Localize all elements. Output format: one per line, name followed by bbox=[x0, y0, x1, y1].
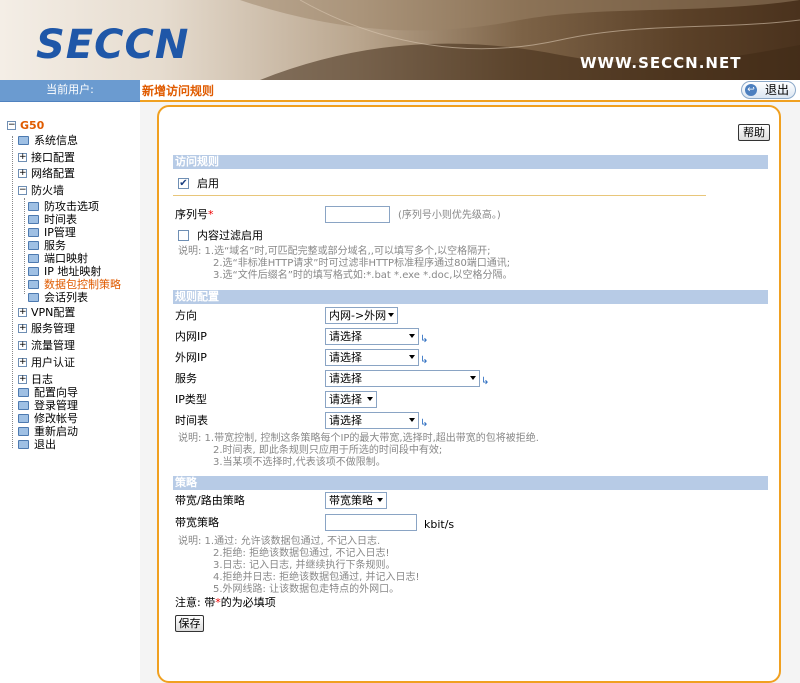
section-rule-config: 规则配置 bbox=[173, 290, 768, 304]
site-url: WWW.SECCN.NET bbox=[580, 54, 742, 72]
help-button[interactable]: 帮助 bbox=[738, 124, 770, 141]
chevron-down-icon bbox=[367, 397, 373, 401]
logout-label: 退出 bbox=[764, 83, 789, 97]
outer-ip-select[interactable]: 请选择 bbox=[325, 349, 419, 366]
seq-note: (序列号小则优先级高。) bbox=[398, 210, 501, 221]
tree-line bbox=[24, 198, 25, 294]
chevron-down-icon bbox=[388, 313, 394, 317]
inner-ip-select[interactable]: 请选择 bbox=[325, 328, 419, 345]
expand-icon[interactable]: + bbox=[18, 308, 27, 317]
expand-icon[interactable]: + bbox=[18, 324, 27, 333]
note-line: 3.日志: 记入日志, 并继续执行下条规则。 bbox=[213, 560, 396, 571]
folder-icon bbox=[18, 414, 29, 423]
bw-unit: kbit/s bbox=[424, 518, 455, 531]
chevron-down-icon bbox=[377, 498, 383, 502]
bw-policy-label: 带宽策略 bbox=[175, 516, 219, 529]
folder-icon bbox=[28, 228, 39, 237]
seccn-logo: SECCN bbox=[36, 22, 190, 68]
folder-icon bbox=[18, 136, 29, 145]
tree-line bbox=[12, 136, 13, 448]
enable-checkbox[interactable]: ✔ bbox=[178, 178, 189, 189]
folder-icon bbox=[28, 293, 39, 302]
direction-select[interactable]: 内网->外网 bbox=[325, 307, 398, 324]
note-line: 说明: 1.通过: 允许该数据包通过, 不记入日志. bbox=[178, 536, 381, 547]
folder-icon bbox=[28, 241, 39, 250]
enable-label: 启用 bbox=[197, 177, 219, 190]
bandwidth-input[interactable] bbox=[325, 514, 417, 531]
note-line: 2.选“非标准HTTP请求”时可过滤非HTTP标准程序通过80端口通讯; bbox=[213, 258, 511, 269]
sidebar: − G50 系统信息 + 接口配置 + 网络配置 − 防火墙 防攻击选项 时间表… bbox=[0, 102, 140, 683]
chevron-down-icon bbox=[409, 418, 415, 422]
direction-label: 方向 bbox=[175, 309, 197, 322]
filter-label: 内容过滤启用 bbox=[197, 229, 263, 242]
chevron-down-icon bbox=[409, 355, 415, 359]
header-banner: SECCN WWW.SECCN.NET bbox=[0, 0, 800, 80]
iptype-label: IP类型 bbox=[175, 393, 207, 406]
expand-icon[interactable]: + bbox=[18, 169, 27, 178]
return-arrow-icon[interactable]: ↳ bbox=[420, 335, 429, 345]
note-line: 说明: 1.带宽控制, 控制这条策略每个IP的最大带宽,选择时,超出带宽的包将被… bbox=[178, 433, 539, 444]
folder-icon bbox=[28, 215, 39, 224]
service-select[interactable]: 请选择 bbox=[325, 370, 480, 387]
required-mark: * bbox=[208, 208, 214, 221]
note-line: 2.时间表, 即此条规则只应用于所选的时间段中有效; bbox=[213, 445, 443, 456]
folder-icon bbox=[18, 388, 29, 397]
note-line: 3.选“文件后缀名”时的填写格式如:*.bat *.exe *.doc,以空格分… bbox=[213, 270, 513, 281]
folder-icon bbox=[18, 401, 29, 410]
divider bbox=[173, 195, 706, 196]
top-bar: 当前用户: 新增访问规则 ↩ 退出 bbox=[0, 80, 800, 102]
service-label: 服务 bbox=[175, 372, 197, 385]
chevron-down-icon bbox=[409, 334, 415, 338]
current-user-label: 当前用户: bbox=[0, 80, 140, 102]
bw-route-label: 带宽/路由策略 bbox=[175, 494, 245, 507]
section-policy: 策略 bbox=[173, 476, 768, 490]
filter-checkbox[interactable] bbox=[178, 230, 189, 241]
schedule-select[interactable]: 请选择 bbox=[325, 412, 419, 429]
expand-icon[interactable]: + bbox=[18, 153, 27, 162]
note-line: 2.拒绝: 拒绝该数据包通过, 不记入日志! bbox=[213, 548, 390, 559]
logout-button[interactable]: ↩ 退出 bbox=[741, 81, 796, 99]
iptype-select[interactable]: 请选择 bbox=[325, 391, 377, 408]
folder-icon bbox=[28, 280, 39, 289]
seq-input[interactable] bbox=[325, 206, 390, 223]
bw-route-select[interactable]: 带宽策略 bbox=[325, 492, 387, 509]
page-title: 新增访问规则 bbox=[142, 84, 215, 98]
schedule-label: 时间表 bbox=[175, 414, 208, 427]
folder-icon bbox=[28, 254, 39, 263]
note-line: 5.外网线路: 让该数据包走特点的外网口。 bbox=[213, 584, 400, 595]
expand-icon[interactable]: + bbox=[18, 375, 27, 384]
inner-ip-label: 内网IP bbox=[175, 330, 207, 343]
note-line: 说明: 1.选“域名”时,可匹配完整或部分域名,,可以填写多个,以空格隔开; bbox=[178, 246, 491, 257]
section-access-rule: 访问规则 bbox=[173, 155, 768, 169]
collapse-icon[interactable]: − bbox=[18, 186, 27, 195]
save-button[interactable]: 保存 bbox=[175, 615, 204, 632]
return-arrow-icon[interactable]: ↳ bbox=[481, 377, 490, 387]
collapse-icon[interactable]: − bbox=[7, 121, 16, 130]
seq-label: 序列号* bbox=[175, 208, 214, 221]
page-title-bar: 新增访问规则 bbox=[140, 80, 800, 102]
return-arrow-icon[interactable]: ↳ bbox=[420, 356, 429, 366]
return-arrow-icon[interactable]: ↳ bbox=[420, 419, 429, 429]
note-line: 3.当某项不选择时,代表该项不做限制。 bbox=[213, 457, 386, 468]
required-note: 注意: 带*的为必填项 bbox=[175, 596, 276, 609]
chevron-down-icon bbox=[470, 376, 476, 380]
expand-icon[interactable]: + bbox=[18, 341, 27, 350]
folder-icon bbox=[18, 440, 29, 449]
folder-icon bbox=[28, 202, 39, 211]
note-line: 4.拒绝并日志: 拒绝该数据包通过, 并记入日志! bbox=[213, 572, 420, 583]
folder-icon bbox=[28, 267, 39, 276]
arrow-back-icon: ↩ bbox=[745, 84, 757, 96]
folder-icon bbox=[18, 427, 29, 436]
outer-ip-label: 外网IP bbox=[175, 351, 207, 364]
expand-icon[interactable]: + bbox=[18, 358, 27, 367]
